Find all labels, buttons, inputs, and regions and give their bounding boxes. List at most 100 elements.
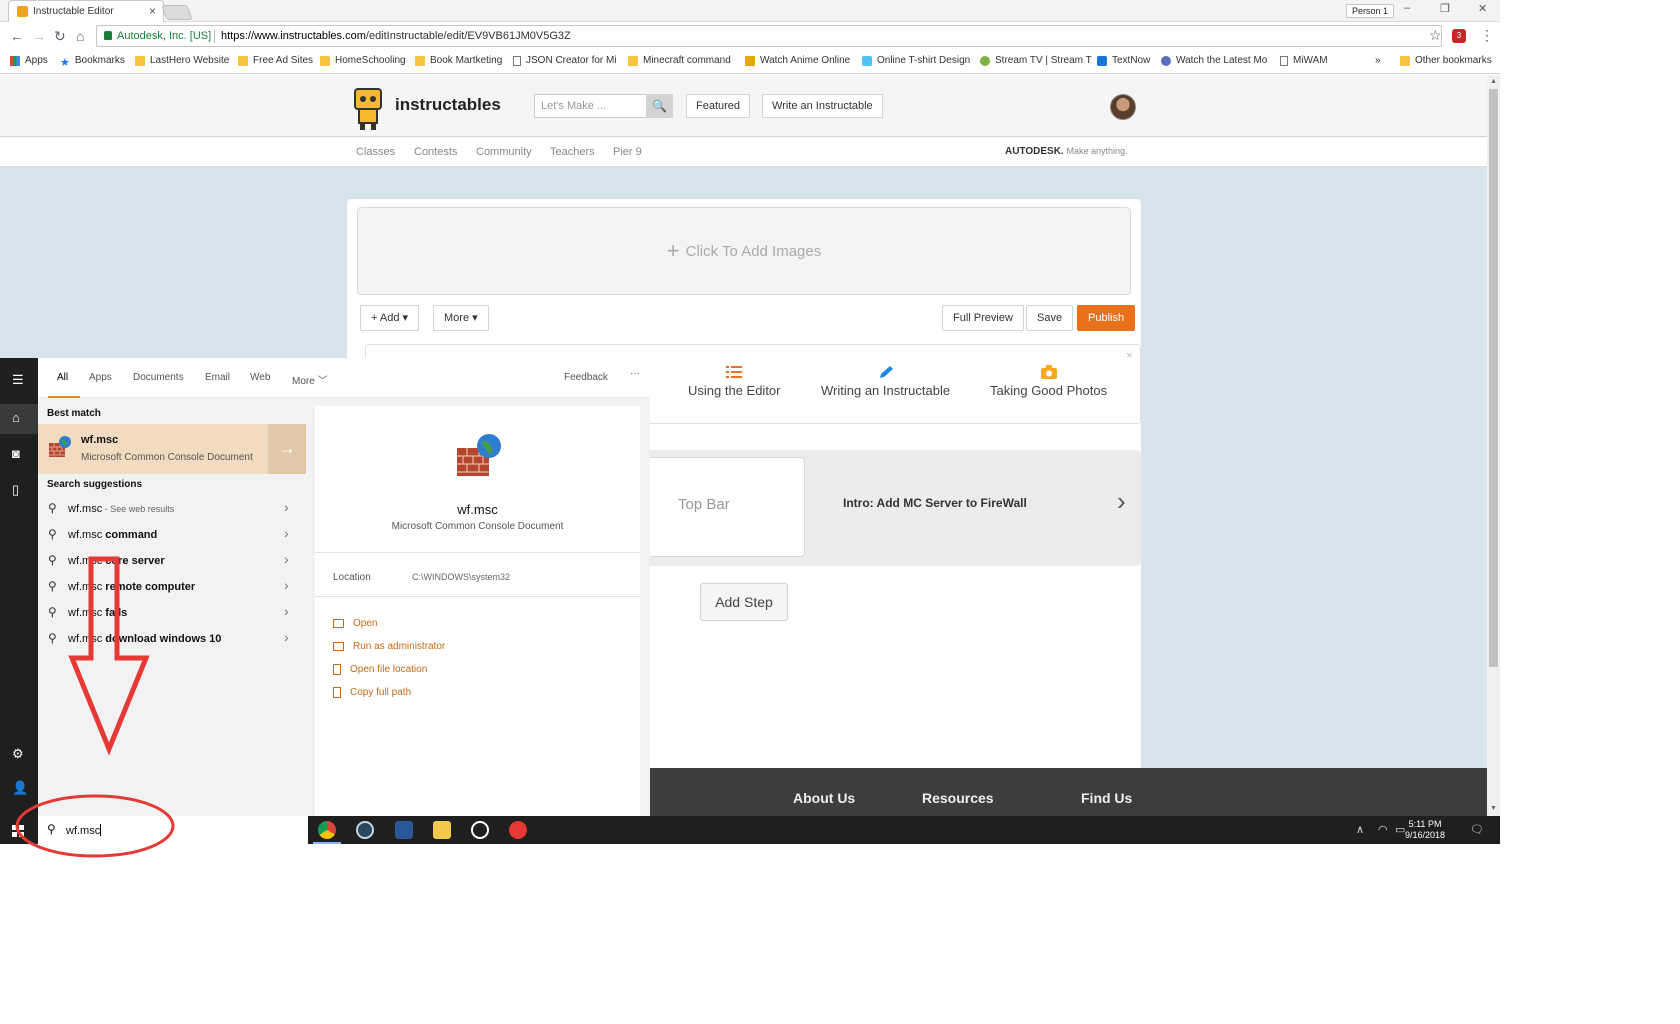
action-open-file-location[interactable]: Open file location <box>333 664 427 675</box>
write-instructable-button[interactable]: Write an Instructable <box>762 94 883 118</box>
address-bar[interactable]: Autodesk, Inc. [US] https://www.instruct… <box>96 25 1442 47</box>
save-button[interactable]: Save <box>1026 305 1074 331</box>
footer-find-us[interactable]: Find Us <box>1081 790 1132 806</box>
suggestion-item[interactable]: ⚲ wf.msc - See web results › <box>38 496 306 522</box>
page-scrollbar[interactable]: ▲ ▼ <box>1487 75 1500 816</box>
subnav-classes[interactable]: Classes <box>356 146 395 158</box>
suggestion-item[interactable]: ⚲ wf.msc fails › <box>38 600 306 626</box>
tray-overflow-icon[interactable]: ∧ <box>1356 823 1364 836</box>
taskbar-search-box[interactable]: ⚲ wf.msc <box>38 816 308 844</box>
intro-step-label[interactable]: Intro: Add MC Server to FireWall <box>843 496 1027 510</box>
wifi-icon[interactable]: ◠ <box>1378 823 1388 836</box>
subnav-contests[interactable]: Contests <box>414 146 457 158</box>
suggestion-item[interactable]: ⚲ wf.msc core server › <box>38 548 306 574</box>
filter-documents[interactable]: Documents <box>133 372 184 383</box>
tip-using-editor[interactable]: Using the Editor <box>688 365 781 398</box>
forward-icon[interactable]: → <box>32 28 46 44</box>
suggestion-item[interactable]: ⚲ wf.msc remote computer › <box>38 574 306 600</box>
home-icon[interactable]: ⌂ <box>76 28 84 44</box>
tip-writing[interactable]: Writing an Instructable <box>821 365 950 398</box>
subnav-community[interactable]: Community <box>476 146 532 158</box>
bookmark-book-martketing[interactable]: Book Martketing <box>415 55 502 66</box>
chevron-right-icon[interactable]: › <box>284 499 289 515</box>
restore-icon[interactable]: ❐ <box>1440 2 1450 15</box>
filter-apps[interactable]: Apps <box>89 372 112 383</box>
profile-chip[interactable]: Person 1 <box>1346 4 1395 18</box>
featured-button[interactable]: Featured <box>686 94 751 118</box>
tab-close-icon[interactable]: × <box>149 4 156 18</box>
arrow-right-icon[interactable]: → <box>268 424 306 474</box>
suggestion-item[interactable]: ⚲ wf.msc command › <box>38 522 306 548</box>
scroll-thumb[interactable] <box>1489 89 1498 667</box>
bookmark-apps[interactable]: Apps <box>10 55 48 66</box>
search-icon[interactable]: 🔍 <box>646 94 673 118</box>
taskbar-search-input[interactable]: wf.msc <box>66 824 102 837</box>
feedback-link[interactable]: Feedback <box>564 372 608 383</box>
more-button[interactable]: More ▾ <box>433 305 489 331</box>
suggestion-item[interactable]: ⚲ wf.msc download windows 10 › <box>38 626 306 652</box>
bookmark-miwam[interactable]: MiWAM <box>1280 55 1328 66</box>
tip-photos[interactable]: Taking Good Photos <box>990 365 1107 398</box>
window-close-icon[interactable]: ✕ <box>1478 2 1487 15</box>
filter-all[interactable]: All <box>57 372 68 383</box>
bookmark-stream-tv[interactable]: Stream TV | Stream T <box>980 55 1092 66</box>
bookmark-lasthero[interactable]: LastHero Website <box>135 55 229 66</box>
action-copy-full-path[interactable]: Copy full path <box>333 687 411 698</box>
bookmark-tshirt-design[interactable]: Online T-shirt Design <box>862 55 970 66</box>
windows-start-icon[interactable] <box>12 825 24 837</box>
scroll-up-icon[interactable]: ▲ <box>1490 78 1497 85</box>
add-button[interactable]: + Add ▾ <box>360 305 420 331</box>
chrome-icon[interactable] <box>318 821 336 839</box>
ccleaner-icon[interactable] <box>509 821 527 839</box>
alarm-clock-icon[interactable] <box>471 821 489 839</box>
bookmark-other[interactable]: Other bookmarks <box>1400 55 1492 66</box>
filter-email[interactable]: Email <box>205 372 230 383</box>
bookmark-json-creator[interactable]: JSON Creator for Mi <box>513 55 617 66</box>
site-logo[interactable]: instructables <box>395 95 501 115</box>
bookmark-watch-anime[interactable]: Watch Anime Online <box>745 55 850 66</box>
add-images-dropzone[interactable]: + Click To Add Images <box>357 207 1131 295</box>
bookmark-bookmarks[interactable]: ★ Bookmarks <box>60 55 125 69</box>
action-open[interactable]: Open <box>333 618 377 629</box>
phone-icon[interactable]: ▯ <box>12 482 19 498</box>
bookmark-minecraft-command[interactable]: Minecraft command <box>628 55 731 66</box>
more-options-icon[interactable]: ··· <box>630 368 640 379</box>
timeline-icon[interactable]: ◙ <box>12 446 20 461</box>
subnav-teachers[interactable]: Teachers <box>550 146 595 158</box>
battery-icon[interactable]: ▭ <box>1395 823 1405 836</box>
chevron-right-icon[interactable]: › <box>284 629 289 645</box>
filter-web[interactable]: Web <box>250 372 270 383</box>
chevron-right-icon[interactable]: › <box>284 525 289 541</box>
reload-icon[interactable]: ↻ <box>54 28 66 45</box>
footer-about-us[interactable]: About Us <box>793 790 855 806</box>
new-tab-button[interactable] <box>161 5 193 20</box>
full-preview-button[interactable]: Full Preview <box>942 305 1024 331</box>
settings-icon[interactable]: ⚙ <box>12 746 24 762</box>
scroll-down-icon[interactable]: ▼ <box>1490 805 1497 812</box>
instructables-robot-icon[interactable] <box>348 84 388 130</box>
best-match-result[interactable]: wf.msc Microsoft Common Console Document… <box>38 424 306 474</box>
chevron-right-icon[interactable]: › <box>1117 486 1126 517</box>
bookmark-watch-latest[interactable]: Watch the Latest Mo <box>1161 55 1267 66</box>
file-explorer-icon[interactable] <box>433 821 451 839</box>
publish-button[interactable]: Publish <box>1077 305 1136 331</box>
add-step-button[interactable]: Add Step <box>700 583 788 621</box>
bookmark-homeschooling[interactable]: HomeSchooling <box>320 55 406 66</box>
site-search-input[interactable]: Let's Make ... <box>541 100 606 112</box>
footer-resources[interactable]: Resources <box>922 790 994 806</box>
user-icon[interactable]: 👤 <box>12 780 28 796</box>
action-run-as-admin[interactable]: Run as administrator <box>333 641 445 652</box>
avatar[interactable] <box>1110 94 1136 120</box>
chevron-right-icon[interactable]: › <box>284 551 289 567</box>
bookmark-textnow[interactable]: TextNow <box>1097 55 1150 66</box>
browser-tab[interactable]: Instructable Editor × <box>8 0 164 22</box>
autodesk-logo[interactable]: AUTODESK. Make anything. <box>1005 146 1128 157</box>
notification-icon[interactable]: 🗨 <box>1470 823 1484 836</box>
bookmark-star-icon[interactable]: ☆ <box>1429 27 1442 44</box>
hamburger-icon[interactable]: ☰ <box>12 372 24 388</box>
browser-menu-icon[interactable]: ⋮ <box>1480 27 1494 44</box>
word-icon[interactable] <box>395 821 413 839</box>
bookmark-free-ad-sites[interactable]: Free Ad Sites <box>238 55 313 66</box>
bookmarks-overflow[interactable]: » <box>1375 55 1381 66</box>
home-icon[interactable]: ⌂ <box>12 410 20 425</box>
